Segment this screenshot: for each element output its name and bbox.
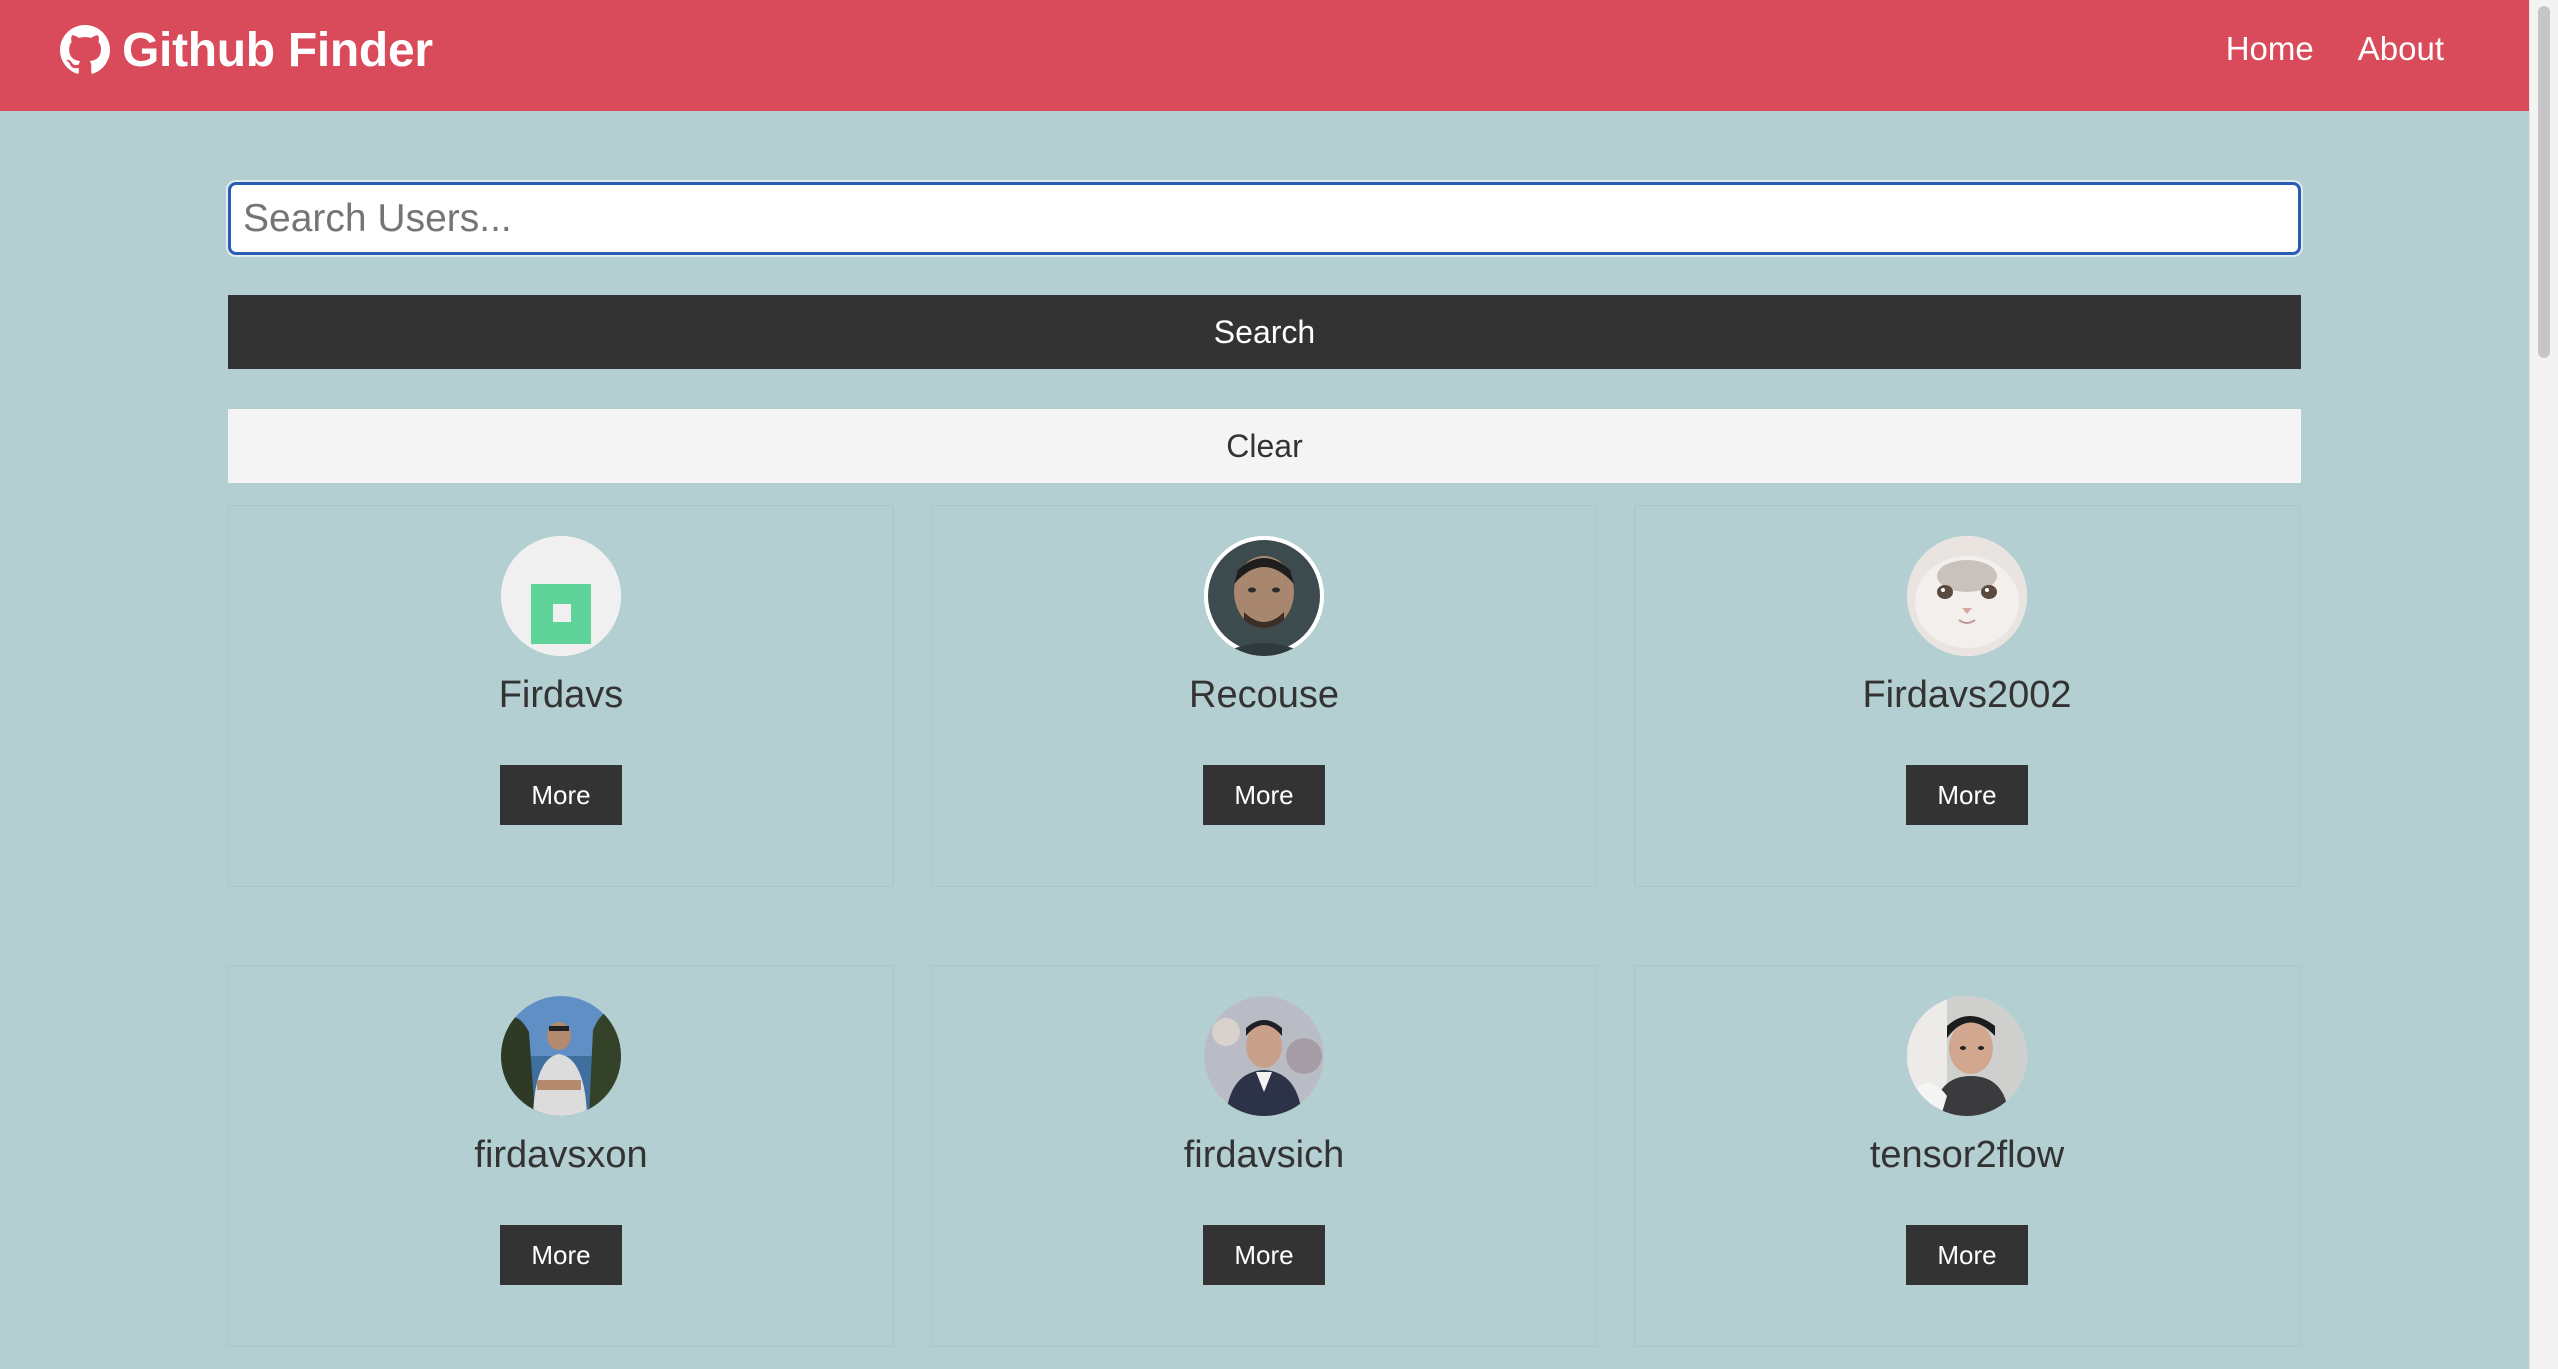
brand-title: Github Finder — [122, 23, 433, 77]
avatar — [1204, 996, 1324, 1116]
user-login: Firdavs2002 — [1862, 674, 2072, 716]
user-card: firdavsxon More — [228, 965, 894, 1347]
avatar — [1907, 536, 2027, 656]
search-button[interactable]: Search — [228, 295, 2301, 369]
brand[interactable]: Github Finder — [60, 22, 433, 78]
user-login: Recouse — [1189, 674, 1339, 716]
navbar: Github Finder Home About — [0, 0, 2529, 111]
user-login: tensor2flow — [1869, 1134, 2065, 1176]
nav-links: Home About — [2226, 30, 2444, 68]
github-icon — [60, 25, 110, 75]
user-card: Firdavs More — [228, 505, 894, 887]
more-button[interactable]: More — [1203, 1225, 1325, 1285]
avatar — [501, 996, 621, 1116]
vertical-scrollbar[interactable] — [2529, 0, 2558, 1369]
user-card: Firdavs2002 More — [1634, 505, 2300, 887]
more-button[interactable]: More — [500, 765, 622, 825]
clear-button[interactable]: Clear — [228, 409, 2301, 483]
more-button[interactable]: More — [500, 1225, 622, 1285]
user-login: Firdavs — [498, 674, 624, 716]
more-button[interactable]: More — [1203, 765, 1325, 825]
user-login: firdavsxon — [474, 1134, 648, 1176]
more-button[interactable]: More — [1906, 1225, 2028, 1285]
user-card: Recouse More — [931, 505, 1597, 887]
search-input[interactable] — [228, 182, 2301, 255]
user-card: firdavsich More — [931, 965, 1597, 1347]
avatar — [1204, 536, 1324, 656]
user-login: firdavsich — [1183, 1134, 1345, 1176]
more-button[interactable]: More — [1906, 765, 2028, 825]
user-card: tensor2flow More — [1634, 965, 2300, 1347]
avatar — [501, 536, 621, 656]
nav-link-home[interactable]: Home — [2226, 30, 2314, 68]
avatar — [1907, 996, 2027, 1116]
scrollbar-thumb[interactable] — [2538, 6, 2550, 358]
nav-link-about[interactable]: About — [2358, 30, 2444, 68]
